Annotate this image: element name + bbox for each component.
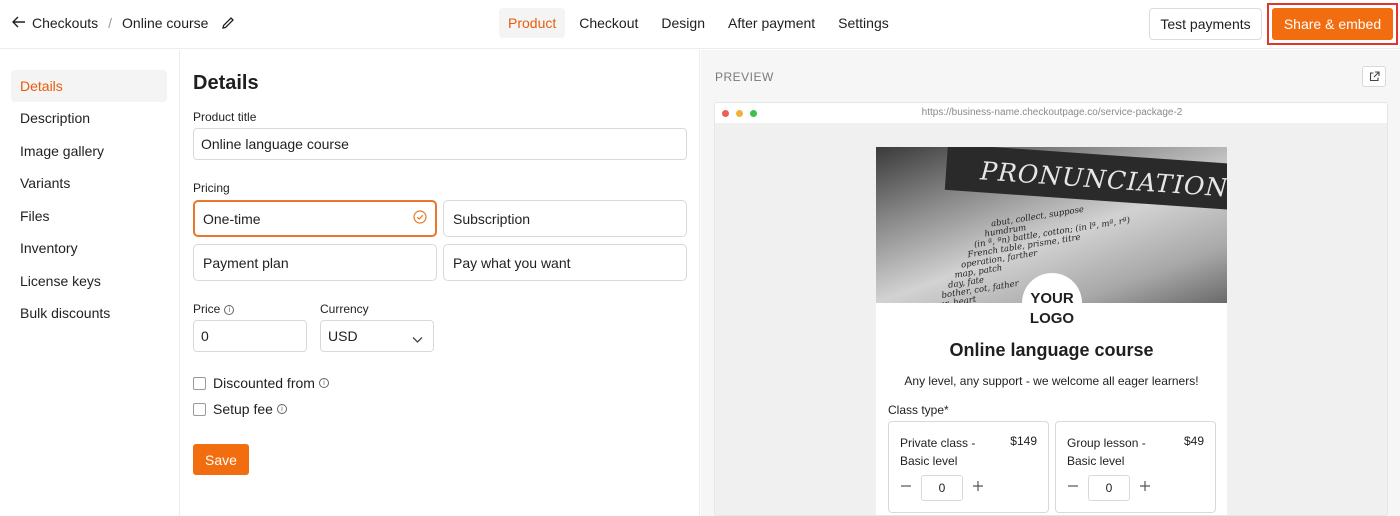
quantity-input[interactable]: 0 [1088,475,1130,501]
price-label-text: Price [193,302,221,316]
open-external-icon[interactable] [1362,66,1386,87]
pricing-option-one-time[interactable]: One-time [193,200,437,237]
breadcrumb-current: Online course [122,15,209,31]
info-icon[interactable]: i [224,304,235,315]
sidebar-item-details[interactable]: Details [11,70,167,102]
browser-bar: https://business-name.checkoutpage.co/se… [715,103,1387,123]
sidebar-item-image-gallery[interactable]: Image gallery [11,135,167,167]
quantity-stepper: 0 [900,475,984,501]
sidebar: Details Description Image gallery Varian… [0,50,180,516]
pricing-option-pay-what-you-want[interactable]: Pay what you want [443,244,687,281]
tab-checkout[interactable]: Checkout [570,8,647,38]
tab-design[interactable]: Design [652,8,714,38]
tab-after-payment[interactable]: After payment [719,8,824,38]
sidebar-item-variants[interactable]: Variants [11,167,167,199]
plus-icon[interactable] [972,479,984,497]
sidebar-item-files[interactable]: Files [11,200,167,232]
tab-product[interactable]: Product [499,8,566,38]
sidebar-item-inventory[interactable]: Inventory [11,232,167,264]
price-label: Price i [193,302,235,316]
brand-logo: YOUR LOGO [1022,273,1082,333]
class-type-label: Class type* [888,403,949,417]
minus-icon[interactable] [1067,479,1079,497]
sidebar-item-bulk-discounts[interactable]: Bulk discounts [11,297,167,329]
class-option-card[interactable]: Group lesson - Basic level $49 0 [1055,421,1216,513]
back-arrow-icon[interactable] [12,15,26,31]
quantity-stepper: 0 [1067,475,1151,501]
class-option-name: Group lesson - Basic level [1067,436,1146,468]
pricing-label: Pricing [193,181,230,195]
class-option-name: Private class - Basic level [900,436,976,468]
pricing-option-label: Pay what you want [453,254,571,271]
class-option-price: $49 [1183,434,1204,448]
preview-label: PREVIEW [715,70,774,84]
class-type-text: Class type [888,403,945,417]
product-title-label: Product title [193,110,257,124]
currency-select[interactable]: USD [320,320,434,352]
sidebar-item-description[interactable]: Description [11,102,167,134]
info-icon[interactable]: i [318,378,329,388]
details-form: Details Product title Online language co… [181,50,700,516]
pricing-option-label: Payment plan [203,254,289,271]
product-title-input[interactable]: Online language course [193,128,687,160]
logo-line: LOGO [1029,310,1075,327]
sidebar-item-license-keys[interactable]: License keys [11,265,167,297]
setup-fee-label: Setup fee [213,401,273,417]
share-embed-highlight: Share & embed [1267,3,1398,45]
preview-panel: PREVIEW https://business-name.checkoutpa… [701,50,1400,516]
product-nav-tabs: Product Checkout Design After payment Se… [499,8,903,38]
chevron-down-icon [412,331,423,347]
minus-icon[interactable] [900,479,912,497]
class-option-card[interactable]: Private class - Basic level $149 0 [888,421,1049,513]
browser-mockup: https://business-name.checkoutpage.co/se… [714,102,1388,516]
pricing-option-label: Subscription [453,210,531,227]
logo-line: YOUR [1030,290,1074,307]
required-asterisk: * [944,403,949,417]
price-input[interactable]: 0 [193,320,307,352]
setup-fee-checkbox[interactable] [193,402,206,416]
top-bar: Checkouts / Online course Product Checko… [0,0,1400,49]
currency-value: USD [328,328,358,344]
tab-settings[interactable]: Settings [829,8,898,38]
quantity-input[interactable]: 0 [921,475,963,501]
preview-url: https://business-name.checkoutpage.co/se… [921,107,1183,118]
class-option-price: $149 [1010,434,1037,448]
preview-product-title: Online language course [949,340,1154,360]
page-title: Details [193,72,259,94]
discounted-from-checkbox[interactable] [193,376,206,390]
share-embed-button[interactable]: Share & embed [1272,8,1393,40]
breadcrumb: Checkouts / Online course [12,15,236,31]
pricing-option-label: One-time [203,210,261,227]
plus-icon[interactable] [1139,479,1151,497]
check-circle-icon [413,210,427,227]
info-icon[interactable]: i [276,404,287,414]
setup-fee-row: Setup fee i [193,401,287,417]
edit-pencil-icon[interactable] [220,15,236,31]
discounted-from-row: Discounted from i [193,375,329,391]
pricing-option-subscription[interactable]: Subscription [443,200,687,237]
save-button[interactable]: Save [193,444,249,475]
checkout-card: PRONUNCIATION abut, collect, suppose hum… [876,147,1227,515]
breadcrumb-checkouts-link[interactable]: Checkouts [32,15,98,31]
currency-label: Currency [320,302,369,316]
test-payments-button[interactable]: Test payments [1149,8,1262,40]
discounted-from-label: Discounted from [213,375,315,391]
breadcrumb-separator: / [108,15,113,31]
preview-subtitle: Any level, any support - we welcome all … [904,374,1199,388]
pricing-option-payment-plan[interactable]: Payment plan [193,244,437,281]
